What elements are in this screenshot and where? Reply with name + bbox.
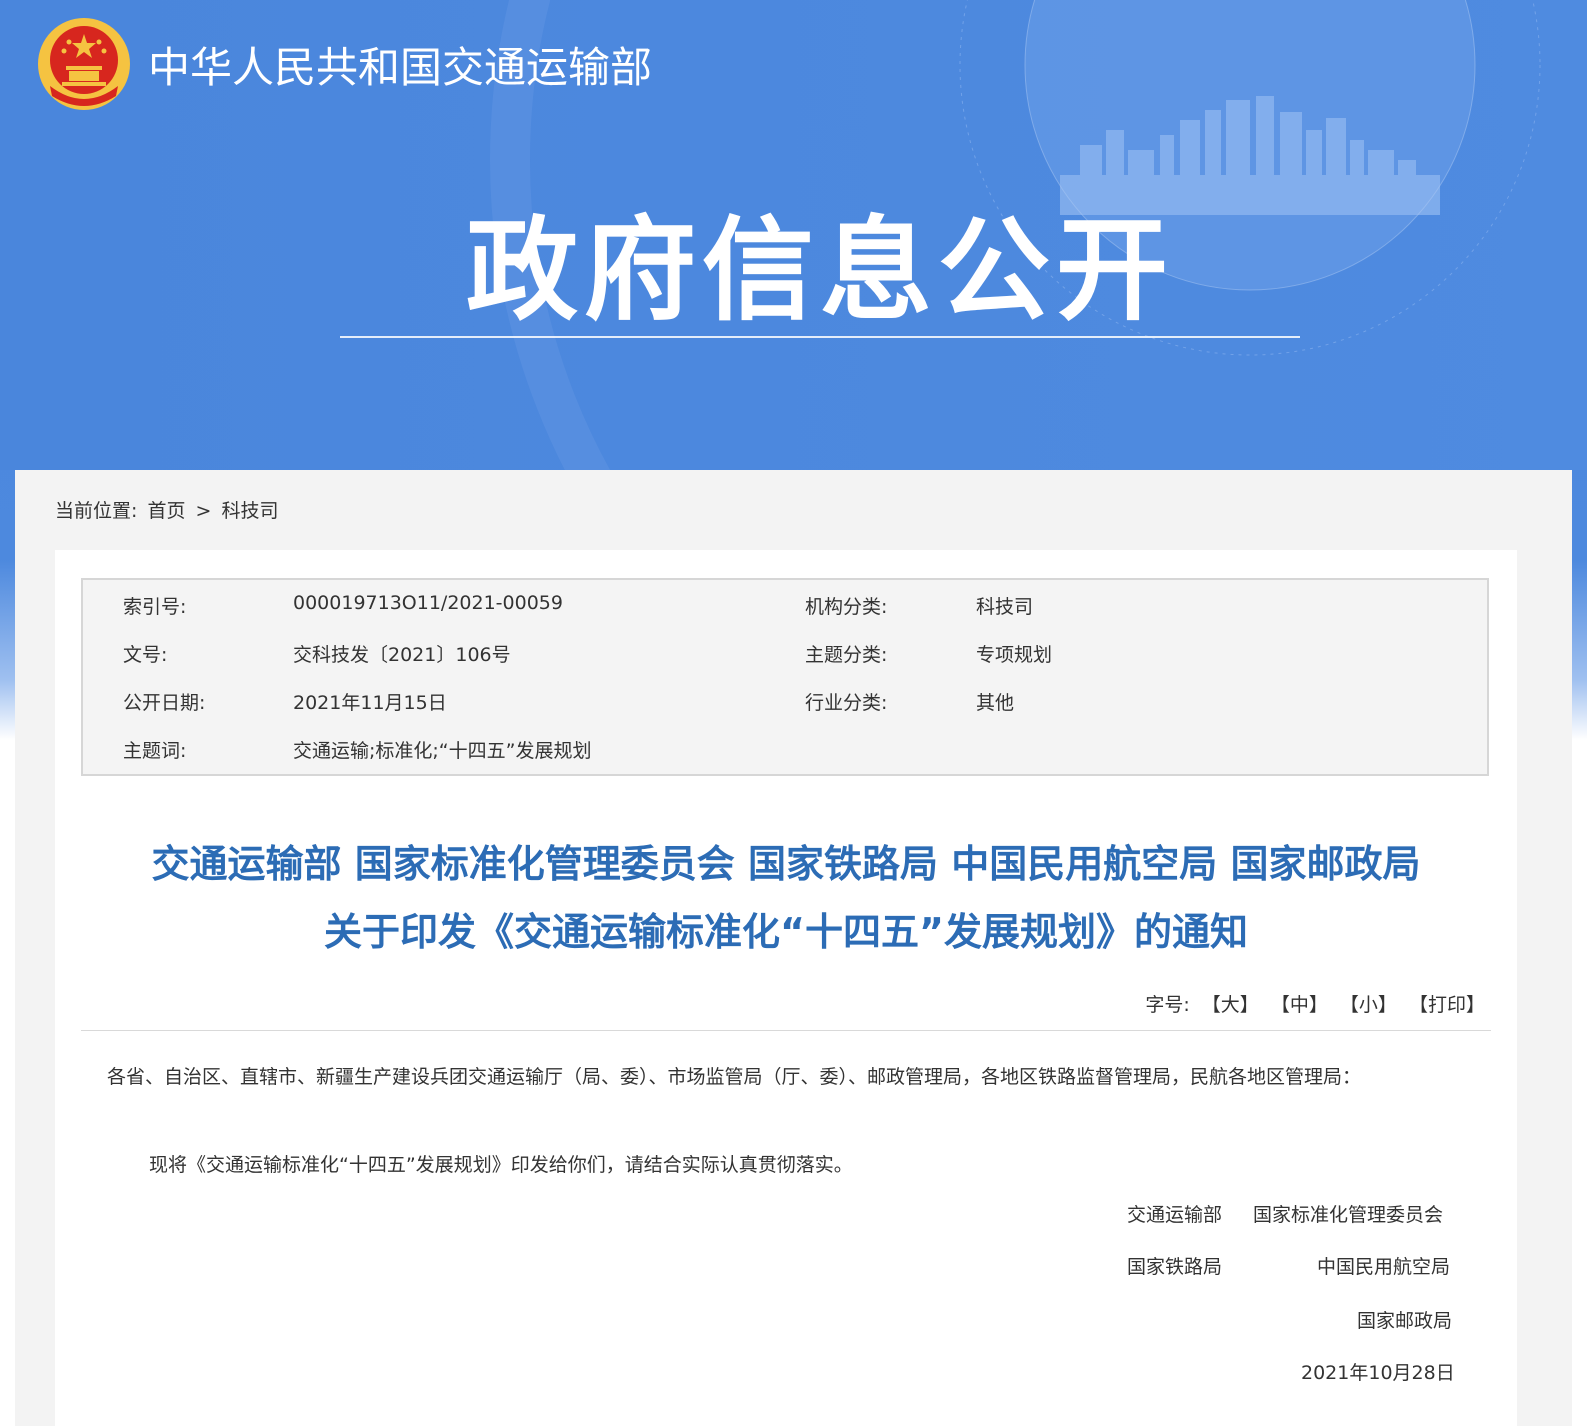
signer-sac: 国家标准化管理委员会 (1253, 1204, 1444, 1226)
addressee-paragraph: 各省、自治区、直辖市、新疆生产建设兵团交通运输厅（局、委）、市场监管局（厅、委）… (107, 1066, 1362, 1088)
document-title: 交通运输部 国家标准化管理委员会 国家铁路局 中国民用航空局 国家邮政局 关于印… (55, 830, 1517, 966)
docno-value: 交科技发〔2021〕106号 (293, 644, 511, 666)
topic-value: 专项规划 (976, 644, 1053, 666)
title-divider (81, 1030, 1491, 1031)
document-title-line2: 关于印发《交通运输标准化“十四五”发展规划》的通知 (324, 910, 1248, 954)
breadcrumb-separator: > (195, 500, 212, 522)
meta-row-docno: 文号: 交科技发〔2021〕106号 主题分类: 专项规划 (83, 634, 1487, 674)
header-banner: 中华人民共和国交通运输部 政府信息公开 (0, 0, 1587, 470)
article-content: 索引号: 000019713O11/2021-00059 机构分类: 科技司 文… (55, 550, 1517, 1426)
signer-post-bureau: 国家邮政局 (1357, 1310, 1453, 1332)
signer-ministry-of-transport: 交通运输部 (1127, 1204, 1223, 1226)
keywords-value: 交通运输;标准化;“十四五”发展规划 (293, 740, 592, 762)
signing-date: 2021年10月28日 (1301, 1362, 1455, 1384)
print-button[interactable]: 【打印】 (1409, 994, 1485, 1016)
main-panel: 当前位置: 首页 > 科技司 索引号: 000019713O11/2021-00… (15, 470, 1572, 1426)
breadcrumb-current-link[interactable]: 科技司 (221, 500, 278, 522)
section-title: 政府信息公开 (466, 206, 1174, 336)
signer-railway-administration: 国家铁路局 (1127, 1256, 1223, 1278)
index-value: 000019713O11/2021-00059 (293, 592, 563, 614)
date-value: 2021年11月15日 (293, 692, 447, 714)
index-label: 索引号: (123, 596, 187, 618)
site-name[interactable]: 中华人民共和国交通运输部 (148, 34, 652, 95)
font-small-button[interactable]: 【小】 (1340, 994, 1397, 1016)
industry-label: 行业分类: (805, 692, 888, 714)
breadcrumb-home-link[interactable]: 首页 (147, 500, 185, 522)
font-medium-button[interactable]: 【中】 (1271, 994, 1328, 1016)
industry-value: 其他 (976, 692, 1015, 714)
title-underline (340, 336, 1300, 338)
org-value: 科技司 (976, 596, 1034, 618)
meta-row-keywords: 主题词: 交通运输;标准化;“十四五”发展规划 (83, 730, 1487, 770)
date-label: 公开日期: (123, 692, 206, 714)
font-size-toolbar: 字号: 【大】 【中】 【小】 【打印】 (1145, 990, 1485, 1017)
meta-row-index: 索引号: 000019713O11/2021-00059 机构分类: 科技司 (83, 586, 1487, 626)
keywords-label: 主题词: (123, 740, 187, 762)
document-title-line1: 交通运输部 国家标准化管理委员会 国家铁路局 中国民用航空局 国家邮政局 (151, 842, 1421, 886)
topic-label: 主题分类: (805, 644, 888, 666)
font-large-button[interactable]: 【大】 (1202, 994, 1259, 1016)
font-size-label: 字号: (1145, 994, 1190, 1016)
body-paragraph: 现将《交通运输标准化“十四五”发展规划》印发给你们，请结合实际认真贯彻落实。 (149, 1154, 853, 1176)
breadcrumb-label: 当前位置: (55, 500, 138, 522)
national-emblem-logo (38, 18, 130, 110)
breadcrumb: 当前位置: 首页 > 科技司 (55, 496, 283, 523)
org-label: 机构分类: (805, 596, 888, 618)
signer-caac: 中国民用航空局 (1317, 1256, 1451, 1278)
docno-label: 文号: (123, 644, 168, 666)
document-meta-box: 索引号: 000019713O11/2021-00059 机构分类: 科技司 文… (81, 578, 1489, 776)
meta-row-date: 公开日期: 2021年11月15日 行业分类: 其他 (83, 682, 1487, 722)
